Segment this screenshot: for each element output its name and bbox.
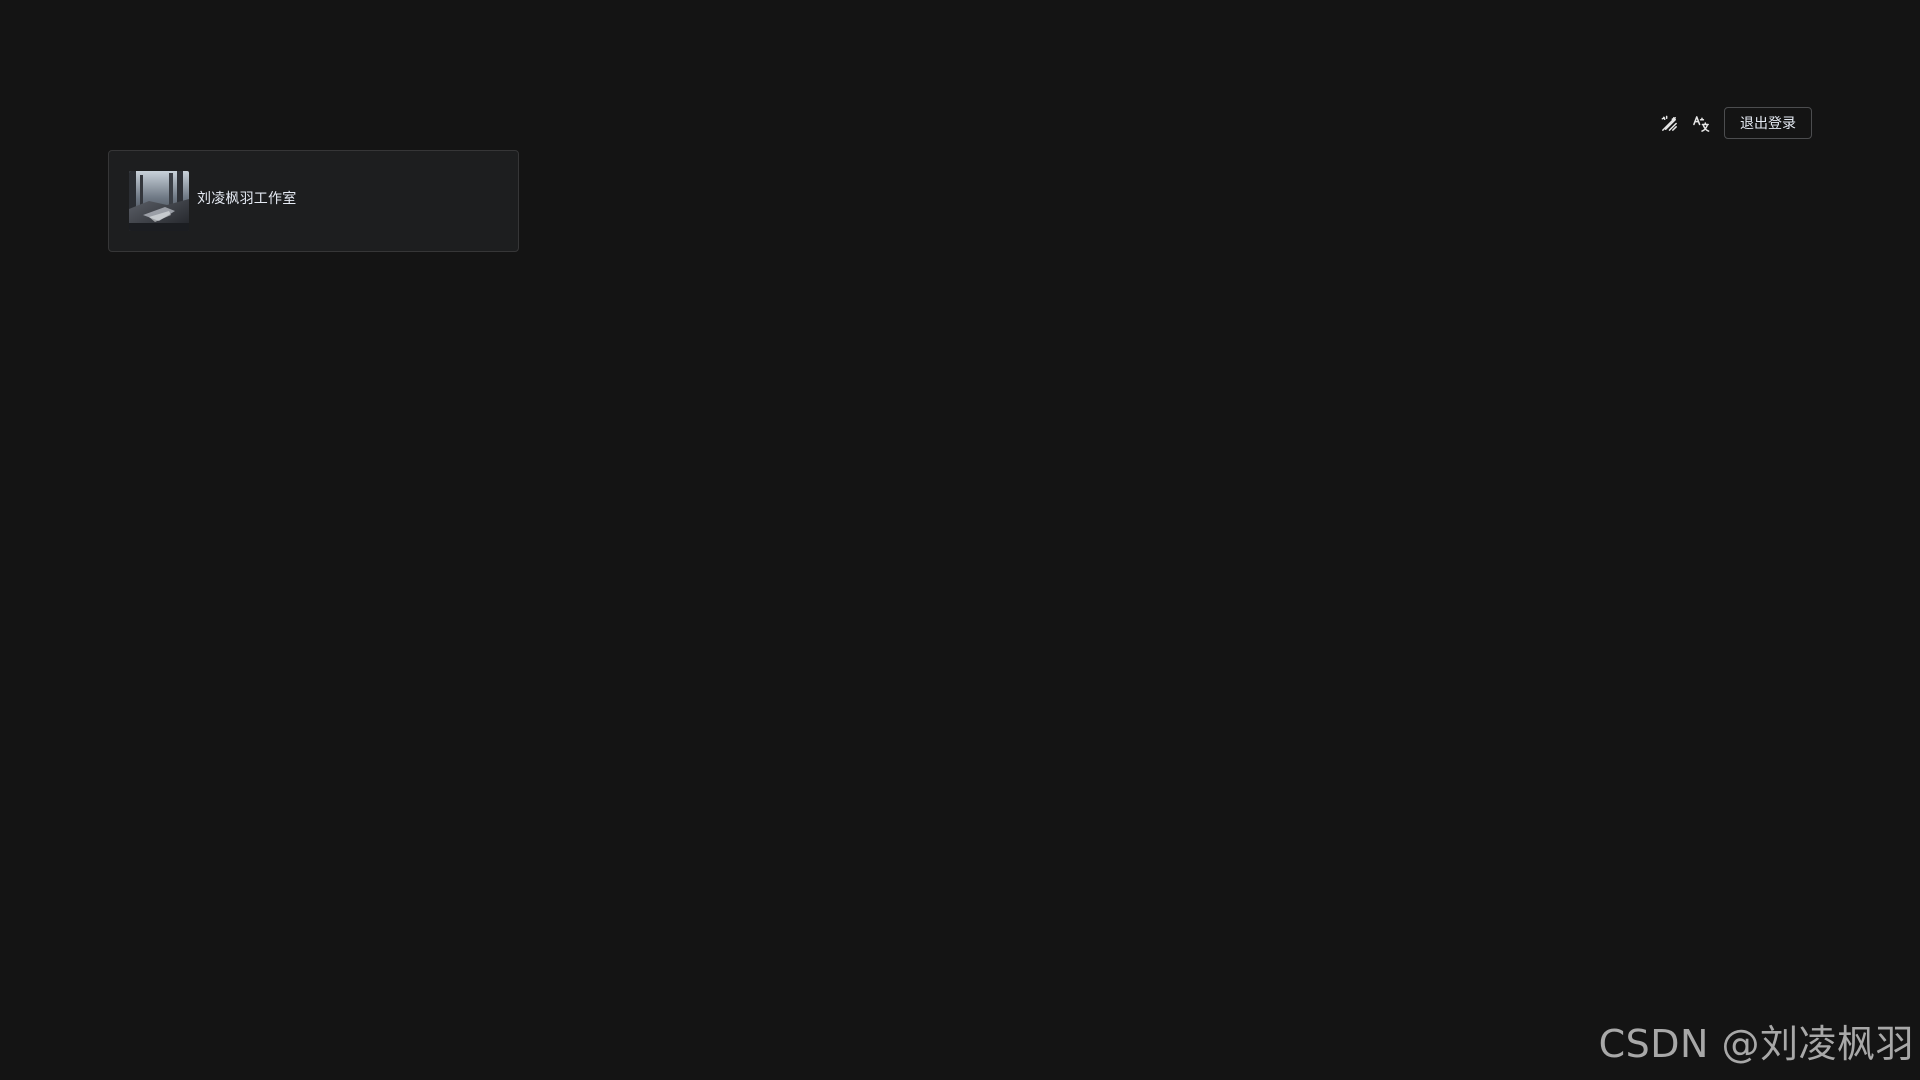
page: 退出登录 刘凌枫羽工作室 CSDN @刘凌枫羽 <box>0 0 1920 1080</box>
theme-toggle-icon[interactable] <box>1658 112 1680 134</box>
app-name: 刘凌枫羽工作室 <box>197 191 297 207</box>
watermark: CSDN @刘凌枫羽 <box>1598 1022 1914 1066</box>
app-card[interactable]: 刘凌枫羽工作室 <box>108 150 519 252</box>
app-thumbnail <box>129 171 189 231</box>
language-translate-icon[interactable] <box>1690 112 1712 134</box>
header-toolbar: 退出登录 <box>1658 107 1812 139</box>
logout-button[interactable]: 退出登录 <box>1724 107 1812 139</box>
